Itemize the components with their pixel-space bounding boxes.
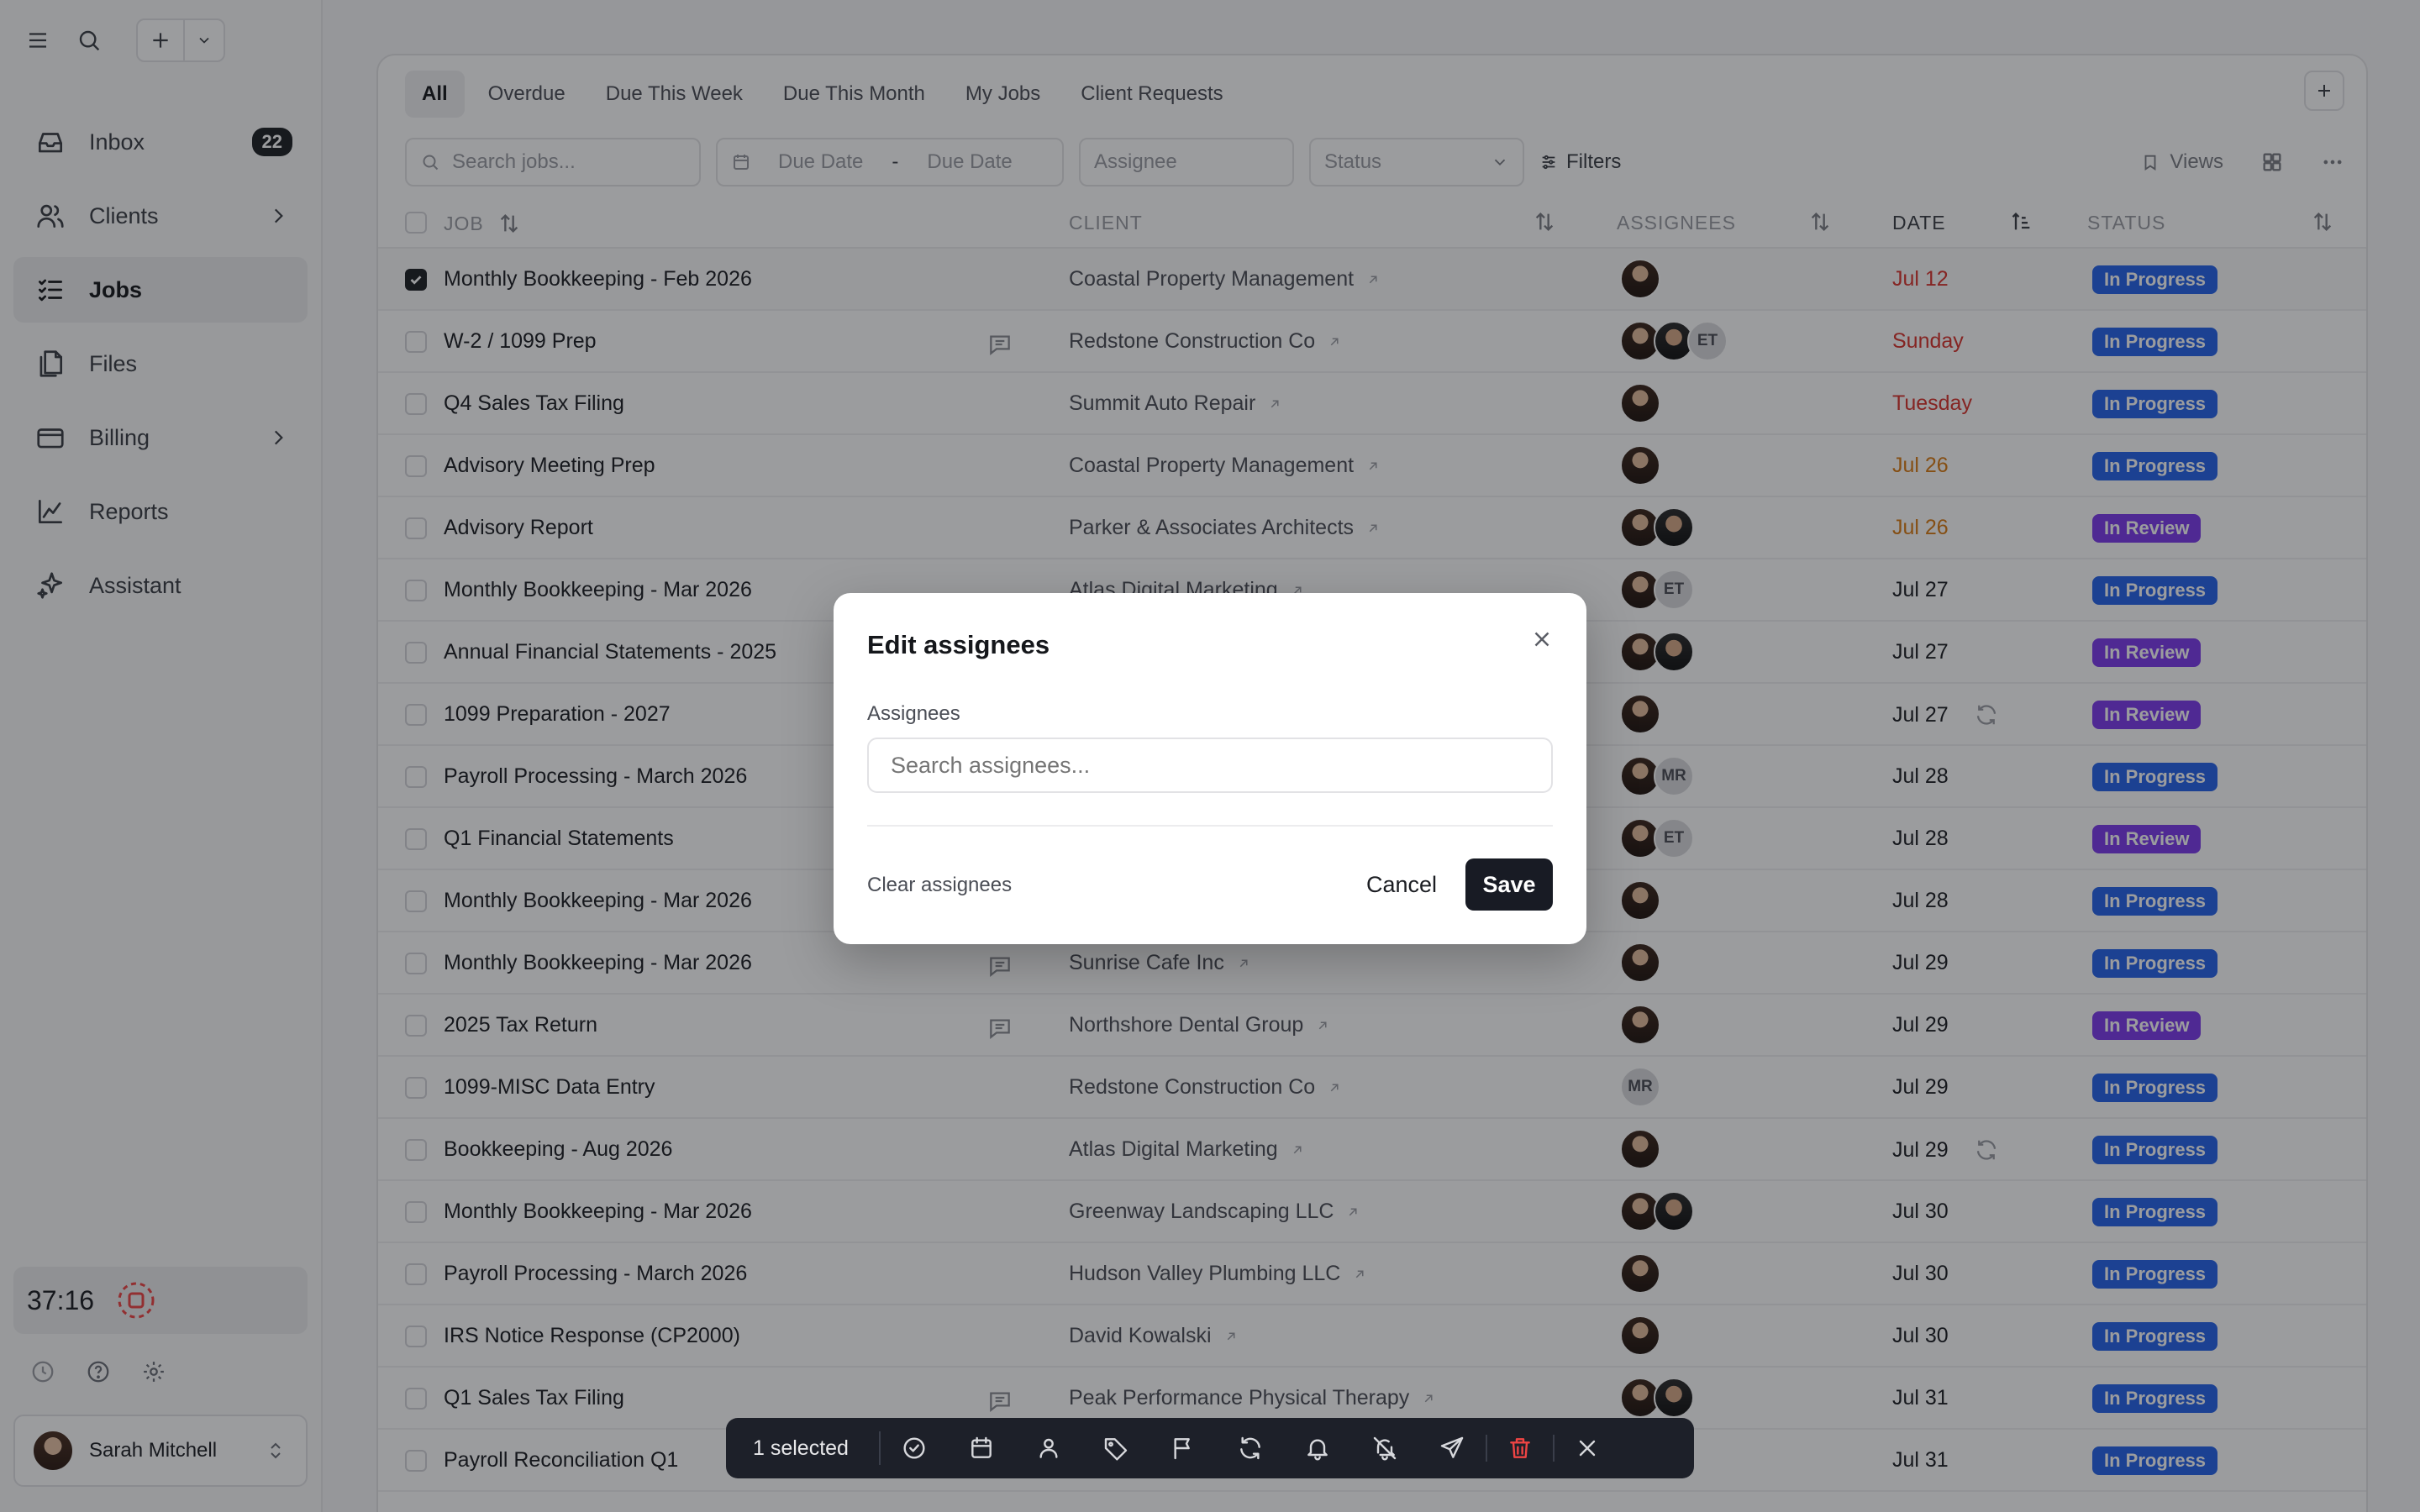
tag-icon[interactable] <box>1082 1435 1150 1462</box>
bell-icon[interactable] <box>1284 1435 1351 1462</box>
divider <box>867 825 1553 827</box>
flag-icon[interactable] <box>1150 1435 1217 1462</box>
bell-off-icon[interactable] <box>1351 1435 1418 1462</box>
trash-icon[interactable] <box>1485 1435 1553 1462</box>
save-button[interactable]: Save <box>1465 858 1553 911</box>
close-icon[interactable] <box>1552 1435 1620 1462</box>
person-icon[interactable] <box>1015 1435 1082 1462</box>
cancel-button[interactable]: Cancel <box>1348 858 1455 911</box>
check-circle-icon[interactable] <box>881 1435 948 1462</box>
close-icon[interactable] <box>1529 627 1555 652</box>
dialog-title: Edit assignees <box>867 630 1050 659</box>
send-icon[interactable] <box>1418 1435 1486 1462</box>
calendar-icon[interactable] <box>948 1435 1015 1462</box>
clear-assignees-link[interactable]: Clear assignees <box>867 874 1012 897</box>
bulk-action-bar: 1 selected <box>726 1418 1694 1478</box>
edit-assignees-dialog: Edit assignees Assignees Clear assignees… <box>834 593 1586 944</box>
refresh-icon[interactable] <box>1217 1435 1284 1462</box>
selected-count: 1 selected <box>726 1431 881 1465</box>
search-assignees-input[interactable] <box>867 738 1553 793</box>
assignees-label: Assignees <box>867 702 960 725</box>
